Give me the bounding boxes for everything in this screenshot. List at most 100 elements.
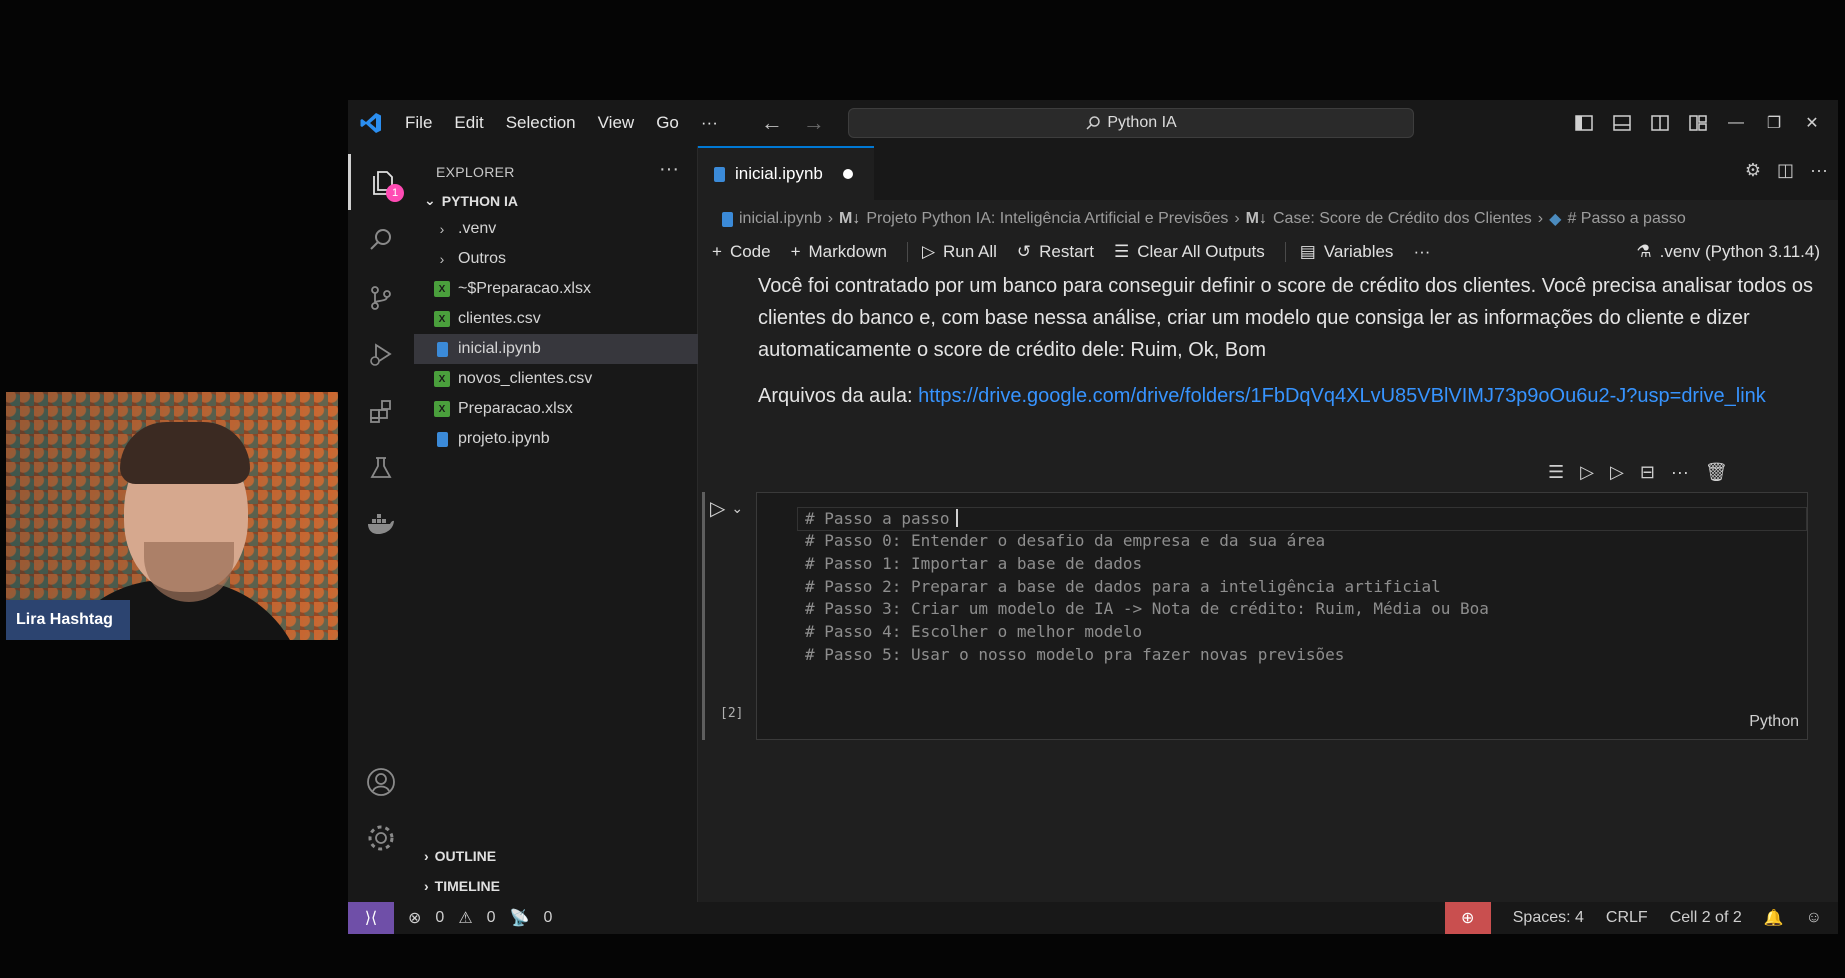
toggle-panel-icon[interactable] — [1612, 113, 1632, 133]
explorer-more-button[interactable]: ··· — [659, 158, 679, 181]
tree-file-novos-clientes[interactable]: X novos_clientes.csv — [414, 364, 698, 394]
run-debug-activity[interactable] — [348, 326, 414, 382]
add-markdown-button[interactable]: + Markdown — [791, 242, 887, 262]
kernel-label: .venv (Python 3.11.4) — [1659, 242, 1820, 261]
testing-activity[interactable] — [348, 440, 414, 496]
delete-cell-icon[interactable]: 🗑 — [1705, 462, 1728, 483]
docker-activity[interactable] — [348, 496, 414, 552]
run-by-line-icon[interactable]: ☰ — [1548, 462, 1564, 483]
tree-file-projeto[interactable]: projeto.ipynb — [414, 424, 698, 454]
kernel-icon: ⚗ — [1636, 242, 1652, 261]
more-cell-actions-icon[interactable]: ··· — [1671, 462, 1689, 483]
close-icon[interactable]: ✕ — [1802, 113, 1822, 133]
chevron-right-icon: › — [827, 210, 834, 227]
tree-folder-outros[interactable]: › Outros — [414, 244, 698, 274]
chevron-right-icon: › — [439, 251, 445, 267]
toggle-secondary-sidebar-icon[interactable] — [1650, 113, 1670, 133]
tree-file-clientes[interactable]: X clientes.csv — [414, 304, 698, 334]
variables-label: Variables — [1323, 242, 1394, 261]
run-all-button[interactable]: ▷ Run All — [922, 242, 997, 262]
split-cell-icon[interactable]: ⊟ — [1640, 462, 1655, 483]
drive-link[interactable]: https://drive.google.com/drive/folders/1… — [918, 385, 1766, 407]
window-controls: — ❐ ✕ — [1574, 100, 1838, 146]
remote-indicator-icon[interactable]: ⟩⟨ — [348, 902, 394, 934]
breadcrumb-heading-1[interactable]: Projeto Python IA: Inteligência Artifici… — [866, 210, 1228, 228]
unsaved-dot-icon[interactable] — [842, 169, 853, 179]
run-all-icon: ▷ — [921, 242, 936, 261]
indentation-status[interactable]: Spaces: 4 — [1513, 909, 1584, 927]
editor-actions: ⚙ ◫ ··· — [1745, 160, 1828, 181]
plus-icon: + — [790, 242, 801, 261]
more-actions-icon[interactable]: ··· — [1810, 160, 1828, 181]
run-cell-button[interactable]: ▷ ⌄ — [710, 496, 743, 521]
code-cell-editor[interactable]: # Passo a passo # Passo 0: Entender o de… — [756, 492, 1808, 740]
add-code-button[interactable]: + Code — [712, 242, 771, 262]
chevron-down-icon: ⌄ — [424, 192, 436, 208]
breadcrumb-heading-3[interactable]: # Passo a passo — [1567, 210, 1685, 228]
menu-more[interactable]: ··· — [690, 108, 729, 138]
menu-edit[interactable]: Edit — [443, 108, 494, 138]
toggle-primary-sidebar-icon[interactable] — [1574, 113, 1594, 133]
tree-folder-venv[interactable]: › .venv — [414, 214, 698, 244]
menu-view[interactable]: View — [587, 108, 646, 138]
warning-icon: ⚠ — [458, 910, 473, 927]
menu-selection[interactable]: Selection — [495, 108, 587, 138]
search-activity[interactable] — [348, 212, 414, 268]
eol-status[interactable]: CRLF — [1606, 909, 1648, 927]
run-above-icon[interactable]: ▷ — [1580, 462, 1594, 483]
copilot-icon[interactable]: ☺ — [1806, 909, 1822, 927]
error-icon: ⊗ — [408, 910, 422, 927]
broadcast-icon: 📡 — [509, 910, 530, 927]
manage-activity[interactable] — [348, 810, 414, 866]
source-control-icon — [371, 286, 391, 310]
tab-inicial-ipynb[interactable]: inicial.ipynb — [698, 146, 874, 200]
split-editor-icon[interactable]: ◫ — [1777, 160, 1794, 181]
flask-icon — [370, 457, 392, 478]
explorer-activity[interactable]: 1 — [348, 154, 414, 210]
customize-layout-icon[interactable] — [1688, 113, 1708, 133]
accounts-activity[interactable] — [348, 754, 414, 810]
gear-icon[interactable]: ⚙ — [1745, 160, 1761, 181]
chevron-down-icon[interactable]: ⌄ — [731, 500, 743, 517]
tree-file-preparacao[interactable]: X Preparacao.xlsx — [414, 394, 698, 424]
tree-item-label: projeto.ipynb — [458, 430, 550, 447]
tree-item-label: clientes.csv — [458, 310, 541, 327]
source-control-activity[interactable] — [348, 270, 414, 326]
zoom-icon[interactable]: ⊕ — [1444, 902, 1491, 934]
menu-go[interactable]: Go — [645, 108, 690, 138]
cell-language-label[interactable]: Python — [1749, 713, 1799, 731]
arrow-left-icon[interactable]: ← — [761, 110, 783, 136]
breadcrumb-heading-2[interactable]: Case: Score de Crédito dos Clientes — [1273, 210, 1532, 228]
tree-file-temp-preparacao[interactable]: X ~$Preparacao.xlsx — [414, 274, 698, 304]
tree-file-inicial[interactable]: inicial.ipynb — [414, 334, 698, 364]
workspace-root[interactable]: ⌄ PYTHON IA — [424, 192, 518, 209]
markdown-icon: M↓ — [839, 210, 861, 227]
restart-button[interactable]: ↺ Restart — [1017, 242, 1094, 262]
run-below-icon[interactable]: ▷ — [1610, 462, 1624, 483]
menu-file[interactable]: File — [394, 108, 443, 138]
arrow-right-icon[interactable]: → — [803, 110, 825, 136]
screen: Lira Hashtag File Edit Selection View Go… — [0, 0, 1845, 978]
problems-status[interactable]: ⊗ 0 ⚠ 0 — [408, 908, 496, 928]
restore-icon[interactable]: ❐ — [1764, 113, 1784, 133]
ports-status[interactable]: 📡 0 — [510, 908, 553, 928]
toolbar-more-button[interactable]: ··· — [1413, 242, 1430, 262]
markdown-icon: M↓ — [1245, 210, 1267, 227]
account-icon — [367, 768, 395, 796]
markdown-cell[interactable]: Você foi contratado por um banco para co… — [758, 270, 1818, 426]
minimize-icon[interactable]: — — [1726, 113, 1746, 133]
clear-outputs-button[interactable]: ☰ Clear All Outputs — [1114, 242, 1265, 262]
breadcrumb-file[interactable]: inicial.ipynb — [739, 210, 822, 228]
title-bar: File Edit Selection View Go ··· ← → Pyth… — [348, 100, 1838, 146]
command-center-search[interactable]: Python IA — [848, 108, 1414, 138]
outline-section[interactable]: › OUTLINE — [424, 848, 496, 864]
notebook-file-icon — [714, 166, 725, 182]
extensions-activity[interactable] — [348, 384, 414, 440]
variables-button[interactable]: ▤ Variables — [1300, 242, 1394, 262]
cell-position-status[interactable]: Cell 2 of 2 — [1670, 909, 1742, 927]
timeline-section[interactable]: › TIMELINE — [424, 878, 500, 894]
bell-icon[interactable]: 🔔 — [1764, 908, 1784, 928]
kernel-picker[interactable]: ⚗ .venv (Python 3.11.4) — [1636, 236, 1820, 268]
tree-item-label: ~$Preparacao.xlsx — [458, 280, 591, 297]
menu-bar: File Edit Selection View Go ··· — [394, 108, 729, 138]
